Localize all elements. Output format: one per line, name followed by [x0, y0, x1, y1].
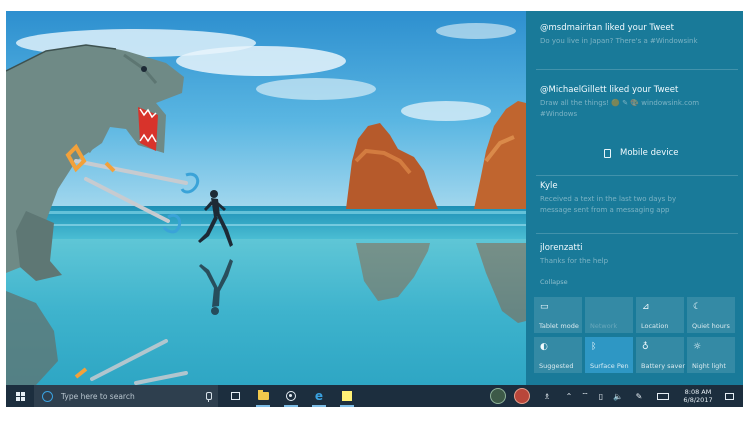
start-button[interactable]	[6, 385, 34, 407]
battery-icon: ▯	[598, 391, 604, 401]
edge-browser-button[interactable]: e	[308, 385, 330, 407]
quick-action-night-light[interactable]: ☼ Night light	[687, 337, 735, 373]
quick-action-label: Network	[590, 322, 618, 330]
search-placeholder: Type here to search	[61, 391, 135, 401]
notification-title: Kyle	[540, 181, 558, 191]
mobile-device-button[interactable]: Mobile device	[526, 143, 743, 165]
notification-body-line-2: #Windows	[540, 110, 578, 118]
notification-body: Draw all the things! 🟠 ✎ 🎨 windowsink.co…	[540, 99, 700, 107]
volume-button[interactable]: 🔈	[610, 385, 626, 407]
bluetooth-icon: ᛒ	[591, 342, 597, 352]
notification-body: Received a text in the last two days by	[540, 195, 677, 203]
notification-twitter-like[interactable]: @MichaelGillett liked your Tweet Draw al…	[540, 85, 736, 120]
notification-message[interactable]: jlorenzatti Thanks for the help	[540, 243, 736, 267]
notifications-icon	[724, 392, 734, 400]
mobile-device-icon	[604, 149, 611, 158]
notification-twitter-like[interactable]: @msdmairitan liked your Tweet Do you liv…	[540, 23, 736, 47]
pinned-contact-button[interactable]	[488, 385, 508, 407]
quick-action-suggested[interactable]: ◐ Suggested	[534, 337, 582, 373]
quick-actions-grid: ▭ Tablet mode Network ⊿ Location ☾ Quiet…	[534, 297, 741, 379]
notification-body: Thanks for the help	[540, 257, 609, 265]
cortana-icon	[42, 390, 53, 402]
divider	[536, 233, 738, 234]
wallpaper-image	[6, 11, 526, 385]
quick-action-label: Location	[641, 322, 669, 330]
windows-logo-icon	[15, 391, 25, 401]
windows-ink-button[interactable]: ✎	[632, 385, 646, 407]
battery-button[interactable]: ▯	[594, 385, 608, 407]
battery-saver-icon: ♁	[642, 342, 649, 352]
taskbar: Type here to search e ♗ ⌃ ⌔ ▯ 🔈 ✎ 8:08 A…	[6, 385, 743, 407]
quick-action-label: Suggested	[539, 362, 574, 370]
sticky-notes-icon	[342, 391, 352, 401]
moon-icon: ☾	[693, 302, 702, 312]
groove-music-icon	[286, 391, 296, 401]
keyboard-icon	[657, 392, 669, 400]
quick-action-battery-saver[interactable]: ♁ Battery saver	[636, 337, 686, 373]
location-icon: ⊿	[642, 302, 650, 312]
night-light-icon: ☼	[693, 342, 702, 352]
quick-action-label: Night light	[692, 362, 726, 370]
clock[interactable]: 8:08 AM 6/8/2017	[681, 385, 715, 407]
pen-icon: ✎	[635, 391, 643, 401]
taskbar-search-box[interactable]: Type here to search	[34, 385, 218, 407]
pinned-contact-button[interactable]	[512, 385, 532, 407]
groove-music-button[interactable]	[280, 385, 302, 407]
notification-title: @msdmairitan liked your Tweet	[540, 23, 674, 33]
divider	[536, 69, 738, 70]
people-icon: ♗	[543, 391, 551, 401]
task-view-icon	[230, 392, 240, 400]
quick-action-label: Surface Pen	[590, 362, 629, 370]
divider	[536, 175, 738, 176]
suggested-icon: ◐	[540, 342, 548, 352]
network-button[interactable]: ⌔	[578, 385, 592, 407]
quick-action-label: Quiet hours	[692, 322, 730, 330]
collapse-link[interactable]: Collapse	[540, 278, 568, 286]
notification-message[interactable]: Kyle Received a text in the last two day…	[540, 181, 736, 216]
quick-action-surface-pen[interactable]: ᛒ Surface Pen	[585, 337, 633, 373]
contact-avatar-icon	[490, 388, 506, 404]
quick-action-tablet-mode[interactable]: ▭ Tablet mode	[534, 297, 582, 333]
task-view-button[interactable]	[224, 385, 246, 407]
quick-action-location[interactable]: ⊿ Location	[636, 297, 684, 333]
quick-action-quiet-hours[interactable]: ☾ Quiet hours	[687, 297, 735, 333]
quick-action-label: Battery saver	[641, 362, 686, 370]
action-center-panel: @msdmairitan liked your Tweet Do you liv…	[526, 11, 743, 385]
show-hidden-icons-button[interactable]: ⌃	[562, 385, 576, 407]
touch-keyboard-button[interactable]	[654, 385, 672, 407]
desktop-wallpaper	[6, 11, 526, 385]
contact-avatar-icon	[514, 388, 530, 404]
clock-time: 8:08 AM	[684, 388, 712, 396]
action-center-button[interactable]	[721, 385, 737, 407]
clock-date: 6/8/2017	[683, 396, 713, 404]
quick-action-label: Tablet mode	[539, 322, 579, 330]
notification-title: @MichaelGillett liked your Tweet	[540, 85, 679, 95]
microphone-icon[interactable]	[206, 392, 212, 402]
notification-title: jlorenzatti	[540, 243, 583, 253]
desktop: @msdmairitan liked your Tweet Do you liv…	[6, 11, 743, 407]
tablet-icon: ▭	[540, 302, 549, 312]
people-button[interactable]: ♗	[538, 385, 556, 407]
mobile-device-label: Mobile device	[620, 148, 679, 158]
quick-action-network[interactable]: Network	[585, 297, 633, 333]
notification-body-line-2: message sent from a messaging app	[540, 206, 670, 214]
file-explorer-icon	[257, 390, 269, 400]
notification-body: Do you live in Japan? There's a #Windows…	[540, 37, 698, 45]
edge-browser-icon: e	[314, 389, 324, 403]
chevron-up-icon: ⌃	[565, 391, 573, 401]
file-explorer-button[interactable]	[252, 385, 274, 407]
sticky-notes-button[interactable]	[336, 385, 358, 407]
network-icon: ⌔	[581, 391, 589, 400]
volume-icon: 🔈	[613, 391, 623, 401]
